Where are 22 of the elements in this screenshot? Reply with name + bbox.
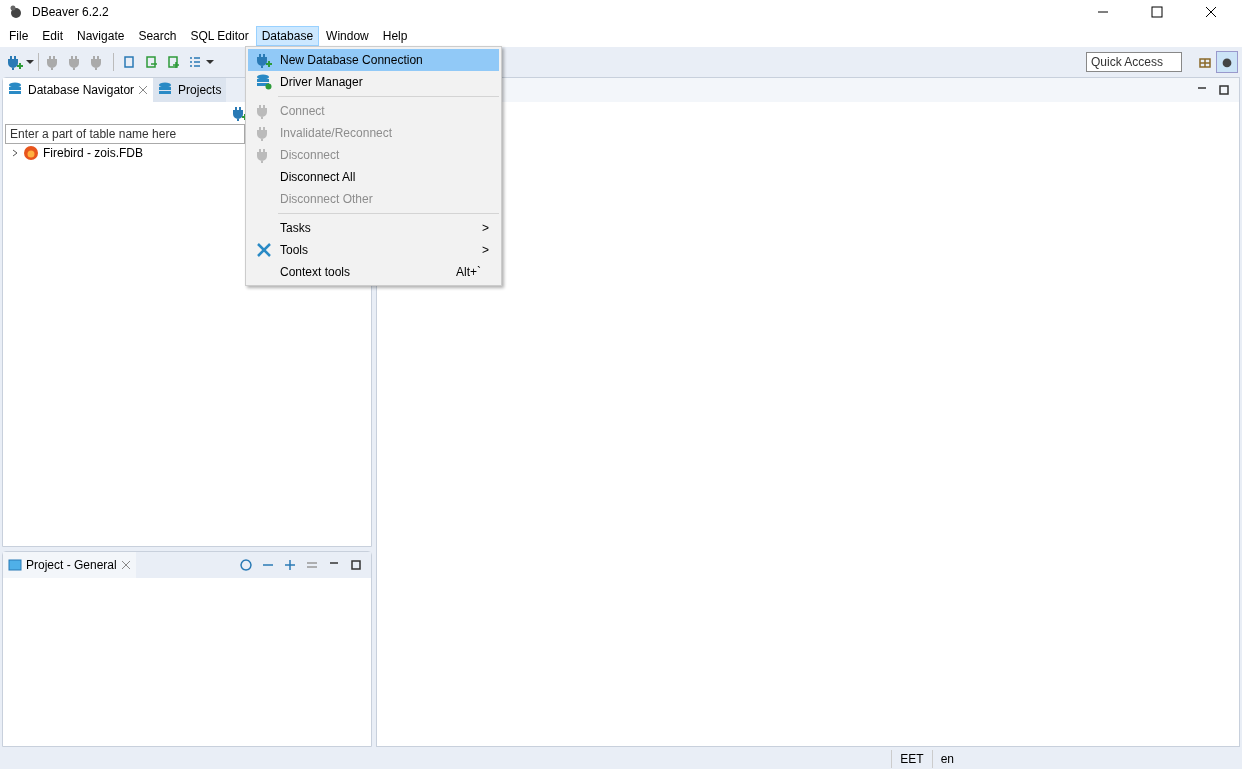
menu-item[interactable]: Search (131, 25, 184, 46)
quick-access-field[interactable]: Quick Access (1086, 52, 1182, 72)
menu-item[interactable]: Context tools Alt+` (248, 261, 499, 283)
menu-item[interactable]: New Database Connection (248, 49, 499, 71)
panel-tab[interactable]: Projects (153, 78, 227, 102)
menu-item[interactable]: SQL Editor (183, 25, 256, 46)
menu-item[interactable]: Navigate (70, 25, 132, 46)
status-field: EET (891, 750, 932, 768)
menu-item[interactable]: Database (255, 25, 320, 46)
window-title: DBeaver 6.2.2 (32, 4, 109, 21)
filter-field[interactable]: Enter a part of table name here (5, 124, 245, 144)
menu-item[interactable]: Driver Manager (248, 71, 499, 93)
menu-item[interactable]: File (2, 25, 36, 46)
menu-item[interactable]: Disconnect All (248, 166, 499, 188)
panel-tab[interactable]: Database Navigator (3, 78, 154, 102)
menu-item[interactable]: Window (319, 25, 376, 46)
menu-item[interactable]: Tools > (248, 239, 499, 261)
menu-item[interactable]: Edit (35, 25, 71, 46)
menu-item[interactable]: Tasks > (248, 217, 499, 239)
status-field: en (931, 750, 962, 768)
menu-item[interactable]: Help (375, 25, 415, 46)
panel-tab[interactable]: Project - General (3, 552, 136, 578)
